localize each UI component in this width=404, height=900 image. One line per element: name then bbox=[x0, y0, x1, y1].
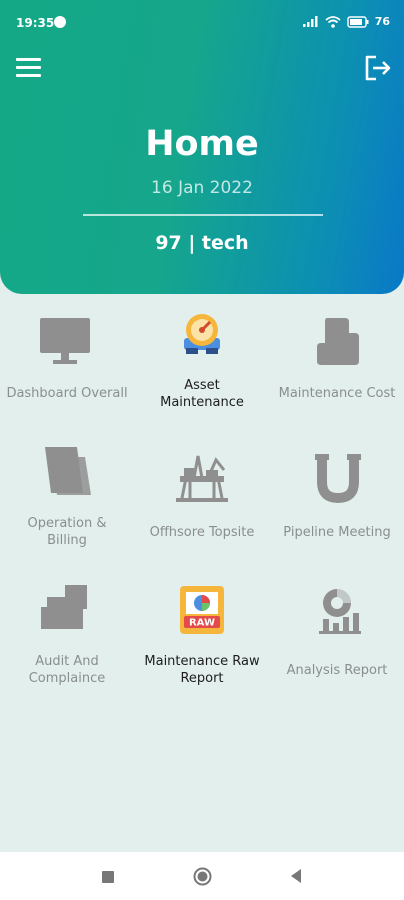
raw-report-icon: RAW bbox=[180, 586, 224, 634]
tile-operation-billing[interactable]: Operation & Billing bbox=[0, 445, 134, 555]
pipeline-icon bbox=[315, 454, 361, 504]
tile-label: Asset Maintenance bbox=[160, 378, 244, 410]
square-icon bbox=[102, 871, 114, 883]
tile-label: Pipeline Meeting bbox=[283, 525, 391, 540]
tile-maintenance-raw-report[interactable]: RAW Maintenance Raw Report bbox=[135, 580, 269, 690]
tile-pipeline-meeting[interactable]: Pipeline Meeting bbox=[270, 445, 404, 555]
tile-label: Dashboard Overall bbox=[6, 386, 128, 401]
tile-maintenance-cost[interactable]: Maintenance Cost bbox=[270, 310, 404, 420]
home-button[interactable] bbox=[193, 867, 212, 890]
hamburger-menu-icon bbox=[16, 58, 41, 77]
tile-asset-maintenance[interactable]: Asset Maintenance bbox=[135, 310, 269, 420]
signal-icon bbox=[302, 16, 318, 27]
logout-button[interactable] bbox=[362, 53, 392, 83]
header-divider bbox=[83, 214, 323, 216]
header: 19:35 76 Home 16 Jan 2022 97 | tech bbox=[0, 0, 404, 294]
analysis-chart-icon bbox=[319, 589, 361, 634]
menu-button[interactable] bbox=[16, 55, 42, 79]
current-date: 16 Jan 2022 bbox=[151, 178, 253, 198]
status-bar: 19:35 76 bbox=[0, 0, 404, 38]
battery-level: 76 bbox=[374, 15, 390, 28]
back-button[interactable] bbox=[289, 868, 303, 888]
monitor-icon bbox=[40, 318, 90, 364]
back-triangle-icon bbox=[291, 869, 301, 883]
recent-apps-button[interactable] bbox=[101, 869, 115, 888]
tile-label: Audit And Complaince bbox=[28, 654, 106, 686]
audit-icon bbox=[41, 585, 87, 629]
tile-label: Maintenance Raw Report bbox=[144, 654, 260, 686]
tile-label: Operation & Billing bbox=[27, 516, 107, 548]
user-info: 97 | tech bbox=[155, 232, 249, 254]
svg-text:RAW: RAW bbox=[189, 618, 215, 629]
tile-dashboard-overall[interactable]: Dashboard Overall bbox=[0, 310, 134, 420]
circle-icon bbox=[193, 867, 212, 886]
wifi-icon bbox=[325, 15, 341, 28]
tile-label: Analysis Report bbox=[286, 663, 388, 678]
page-title: Home bbox=[145, 124, 259, 164]
logout-icon bbox=[365, 55, 391, 81]
tile-label: Maintenance Cost bbox=[278, 386, 396, 401]
tile-audit-compliance[interactable]: Audit And Complaince bbox=[0, 580, 134, 690]
billing-icon bbox=[45, 447, 91, 495]
notification-icon bbox=[54, 16, 66, 28]
cost-icon bbox=[317, 318, 359, 365]
tile-offshore-topsite[interactable]: Offhsore Topsite bbox=[135, 445, 269, 555]
tile-label: Offhsore Topsite bbox=[149, 525, 255, 540]
battery-icon bbox=[346, 15, 369, 28]
gauge-icon bbox=[184, 314, 220, 354]
status-time: 19:35 bbox=[16, 16, 55, 30]
offshore-rig-icon bbox=[176, 455, 228, 502]
system-navigation-bar bbox=[0, 852, 404, 900]
tile-analysis-report[interactable]: Analysis Report bbox=[270, 580, 404, 690]
